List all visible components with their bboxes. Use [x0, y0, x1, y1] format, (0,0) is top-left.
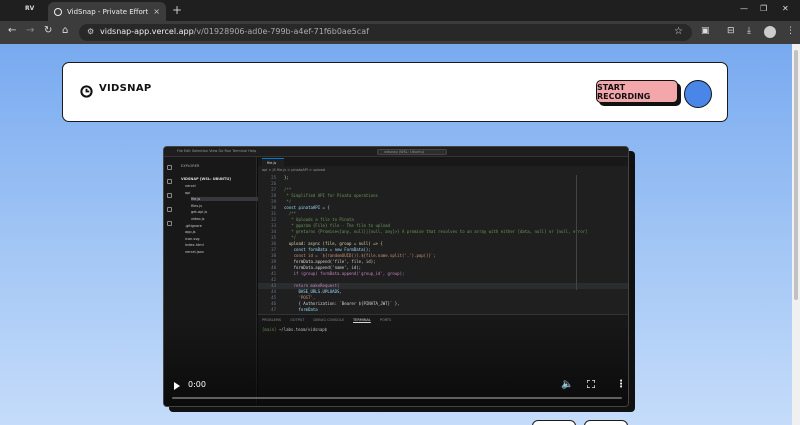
- video-controls-gradient: [164, 317, 628, 406]
- code-line: 34 * @returns {Promise<[any, null]|[null…: [271, 229, 588, 234]
- file-tree-item: index.html: [185, 243, 204, 248]
- file-tree-item: app.js: [185, 230, 196, 235]
- bookmark-star-icon[interactable]: ☆: [674, 26, 683, 37]
- editor-menu: File Edit Selection View Go Run Terminal…: [177, 149, 257, 153]
- file-tree-item: video.js: [191, 217, 205, 221]
- user-avatar[interactable]: [684, 80, 712, 108]
- menu-icon[interactable]: ⋮: [786, 26, 795, 36]
- vidsnap-logo-icon: [80, 85, 93, 98]
- cast-icon[interactable]: ⊟: [727, 26, 735, 36]
- source-control-icon: [167, 193, 172, 198]
- explorer-icon: [167, 165, 172, 170]
- tab-close-icon[interactable]: ×: [153, 7, 160, 16]
- file-tree-item: files.js: [191, 203, 203, 208]
- file-tree-item: get-api.js: [191, 210, 208, 215]
- browser-tabstrip: RV VidSnap - Private Effortless Scr × + …: [0, 0, 800, 21]
- action-button-2[interactable]: [584, 420, 628, 425]
- extensions-icon: [167, 221, 172, 226]
- file-tree-item: .gitignore: [185, 223, 202, 228]
- action-button-1[interactable]: [532, 420, 576, 425]
- brand-name[interactable]: VIDSNAP: [99, 83, 152, 94]
- vidsnap-favicon-icon: [54, 7, 62, 16]
- editor-titlebar: File Edit Selection View Go Run Terminal…: [164, 147, 628, 157]
- file-tree-item: vercel: [185, 184, 196, 188]
- more-options-icon[interactable]: ⋮: [616, 379, 626, 390]
- fullscreen-icon[interactable]: [587, 380, 595, 388]
- sidebar-root: VIDSNAP [WSL: UBUNTU]: [181, 177, 231, 181]
- editor-tab: file.js: [262, 158, 284, 166]
- browser-toolbar: ← → ↻ ⌂ ⚙ vidsnap-app.vercel.app/v/01928…: [0, 21, 800, 44]
- code-line: 47 formData: [271, 307, 318, 312]
- file-tree-item: vercel.json: [185, 250, 204, 254]
- forward-icon[interactable]: →: [26, 25, 34, 36]
- maximize-icon[interactable]: ❐: [760, 4, 767, 13]
- video-time: 0:00: [188, 380, 206, 389]
- editor-search: vidsnap (WSL: Ubuntu): [377, 149, 447, 155]
- back-icon[interactable]: ←: [8, 25, 16, 36]
- new-tab-button[interactable]: +: [172, 3, 182, 17]
- header-card: VIDSNAP START RECORDING: [62, 62, 728, 122]
- extensions-icon[interactable]: ▣: [701, 26, 710, 36]
- browser-tab[interactable]: VidSnap - Private Effortless Scr ×: [48, 2, 166, 21]
- file-tree-item: icon.svg: [185, 236, 200, 241]
- video-progress-bar[interactable]: [172, 397, 622, 399]
- download-icon[interactable]: ⤓: [747, 26, 751, 36]
- debug-icon: [167, 207, 172, 212]
- address-bar[interactable]: ⚙ vidsnap-app.vercel.app/v/01928906-ad0e…: [79, 24, 692, 41]
- home-icon[interactable]: ⌂: [62, 25, 68, 36]
- profile-badge[interactable]: RV: [25, 5, 34, 12]
- file-tree-item: api: [185, 190, 191, 195]
- minimize-icon[interactable]: —: [740, 4, 748, 13]
- url-text[interactable]: vidsnap-app.vercel.app/v/01928906-ad0e-7…: [100, 27, 369, 36]
- editor-tabs: file.js: [258, 157, 628, 166]
- page-viewport: VIDSNAP START RECORDING File Edit Select…: [0, 44, 800, 425]
- scrollbar-thumb[interactable]: [794, 50, 798, 300]
- site-info-icon[interactable]: ⚙: [87, 27, 94, 36]
- profile-icon[interactable]: [764, 26, 776, 38]
- volume-icon[interactable]: 🔈: [561, 379, 573, 390]
- start-recording-button[interactable]: START RECORDING: [596, 80, 678, 103]
- search-icon: [167, 179, 172, 184]
- play-icon[interactable]: [174, 382, 180, 390]
- file-tree-item: file.js: [191, 197, 261, 202]
- editor-breadcrumb: api > JS file.js > pinataAPI > upload: [262, 168, 325, 172]
- tab-title: VidSnap - Private Effortless Scr: [67, 7, 149, 16]
- reload-icon[interactable]: ↻: [44, 25, 52, 36]
- close-icon[interactable]: ✕: [782, 4, 789, 13]
- video-player[interactable]: File Edit Selection View Go Run Terminal…: [163, 146, 629, 407]
- code-guide-line: [576, 175, 577, 290]
- sidebar-header: EXPLORER: [181, 164, 200, 168]
